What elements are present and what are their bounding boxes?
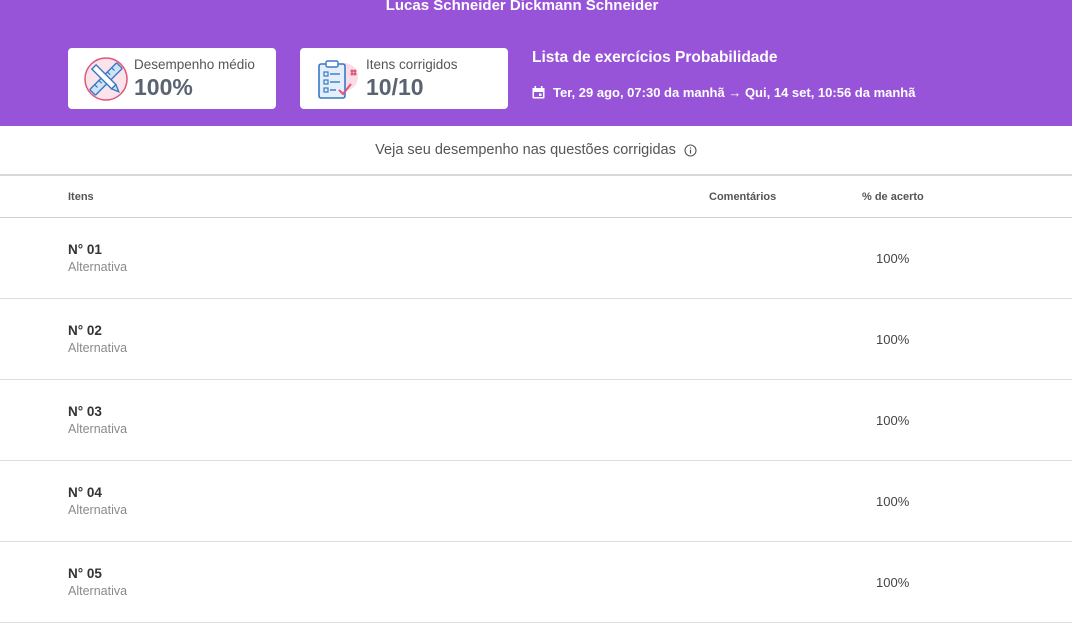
student-name: Lucas Schneider Dickmann Schneider: [385, 0, 659, 14]
activity-title: Lista de exercícios Probabilidade: [532, 49, 778, 66]
table-row[interactable]: N° 01 Alternativa 100%: [0, 218, 1072, 299]
item-type: Alternativa: [68, 422, 128, 436]
activity-dates-text: Ter, 29 ago, 07:30 da manhã → Qui, 14 se…: [553, 85, 916, 100]
items-table-body: N° 01 Alternativa 100% N° 02 Alternativa…: [0, 218, 1072, 623]
items-corrected-value: 10/10: [366, 74, 424, 100]
performance-subtitle: Veja seu desempenho nas questões corrigi…: [375, 142, 676, 158]
item-accuracy: 100%: [876, 413, 910, 428]
item-type: Alternativa: [68, 503, 128, 517]
clipboard-checklist-icon: [318, 60, 358, 99]
activity-dates: Ter, 29 ago, 07:30 da manhã → Qui, 14 se…: [532, 85, 915, 100]
items-corrected-label: Itens corrigidos: [366, 57, 458, 72]
average-performance-label: Desempenho médio: [134, 57, 255, 72]
item-accuracy: 100%: [876, 494, 910, 509]
item-type: Alternativa: [68, 341, 128, 355]
item-type: Alternativa: [68, 260, 128, 274]
header-accuracy: % de acerto: [862, 191, 924, 203]
table-row[interactable]: N° 03 Alternativa 100%: [0, 380, 1072, 461]
table-row[interactable]: N° 02 Alternativa 100%: [0, 299, 1072, 380]
item-number: N° 05: [68, 566, 102, 581]
header-comments: Comentários: [709, 191, 777, 203]
header-items: Itens: [68, 191, 94, 203]
table-row[interactable]: N° 04 Alternativa 100%: [0, 461, 1072, 542]
item-number: N° 03: [68, 404, 102, 419]
table-row[interactable]: N° 05 Alternativa 100%: [0, 542, 1072, 623]
average-performance-card: Desempenho médio 100%: [68, 48, 276, 109]
table-header: Itens Comentários % de acerto: [0, 176, 1072, 218]
item-number: N° 04: [68, 485, 102, 500]
item-type: Alternativa: [68, 584, 128, 598]
header-banner: Lucas Schneider Dickmann Schneider Desem…: [0, 0, 1072, 126]
item-number: N° 02: [68, 323, 102, 338]
pencil-ruler-icon: [84, 57, 128, 101]
items-corrected-card: Itens corrigidos 10/10: [300, 48, 508, 109]
item-accuracy: 100%: [876, 251, 910, 266]
calendar-icon: [532, 86, 545, 99]
info-icon[interactable]: [684, 143, 697, 157]
item-accuracy: 100%: [876, 332, 910, 347]
item-accuracy: 100%: [876, 575, 910, 590]
item-number: N° 01: [68, 242, 102, 257]
average-performance-value: 100%: [134, 74, 193, 100]
performance-subtitle-row: Veja seu desempenho nas questões corrigi…: [0, 126, 1072, 176]
